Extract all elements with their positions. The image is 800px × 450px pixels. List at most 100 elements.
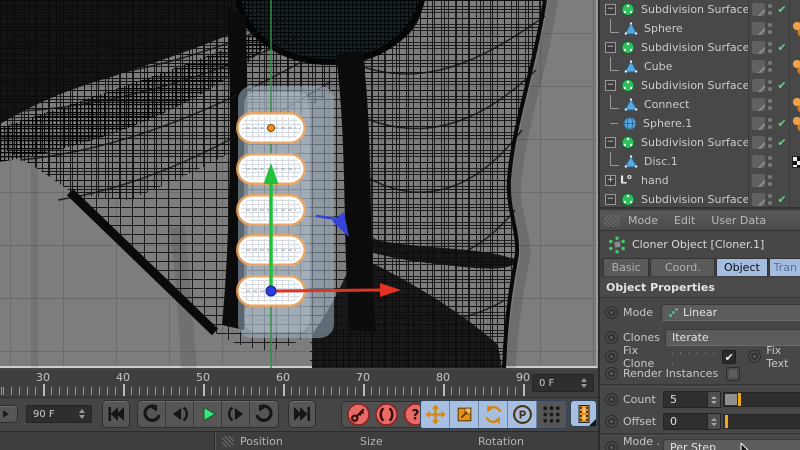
- end-frame-field[interactable]: 90 F: [26, 405, 92, 423]
- expand-icon[interactable]: +: [605, 175, 616, 186]
- visibility-dots[interactable]: [768, 23, 772, 34]
- play-button[interactable]: [194, 401, 222, 427]
- visibility-dots[interactable]: [768, 61, 772, 72]
- object-row[interactable]: − Subdivision Surface.5 ✔: [600, 76, 800, 95]
- record-keyframe-button[interactable]: [346, 402, 371, 427]
- keyframe-radio[interactable]: [605, 306, 618, 319]
- texture-tag-icon[interactable]: [792, 156, 800, 168]
- spinner-arrows[interactable]: [581, 378, 587, 388]
- keyframe-radio[interactable]: [605, 415, 618, 428]
- key-scale-toggle[interactable]: [450, 401, 479, 428]
- enabled-check-icon[interactable]: ✔: [775, 79, 789, 92]
- enabled-check-icon[interactable]: ✔: [775, 193, 789, 206]
- keyframe-radio[interactable]: [605, 441, 618, 450]
- viewport-3d[interactable]: [0, 0, 598, 368]
- collapse-icon[interactable]: −: [605, 42, 616, 53]
- enabled-check-icon[interactable]: ✔: [775, 117, 789, 130]
- collapse-icon[interactable]: −: [605, 137, 616, 148]
- key-rotation-toggle[interactable]: [479, 401, 508, 428]
- visibility-dots[interactable]: [768, 156, 772, 167]
- object-row[interactable]: Cube: [600, 57, 800, 76]
- object-row[interactable]: − Subdivision Surface.6 ✔: [600, 38, 800, 57]
- next-key-button[interactable]: [250, 401, 278, 427]
- material-tag-icon[interactable]: [792, 59, 800, 75]
- offset-slider[interactable]: [723, 414, 800, 429]
- tab-transform[interactable]: Tran: [769, 258, 800, 276]
- object-row[interactable]: − Subdivision Surface.4 ✔: [600, 133, 800, 152]
- current-frame-field[interactable]: 0 F: [532, 374, 594, 392]
- enabled-check-icon[interactable]: ✔: [775, 41, 789, 54]
- prev-frame-button[interactable]: [166, 401, 194, 427]
- prev-key-button[interactable]: [138, 401, 166, 427]
- spinner-arrows[interactable]: [79, 409, 85, 419]
- count-value-field[interactable]: 5: [663, 391, 708, 408]
- next-frame-button[interactable]: [222, 401, 250, 427]
- layer-swatch[interactable]: [752, 155, 765, 168]
- tab-basic[interactable]: Basic: [603, 258, 649, 276]
- key-pla-toggle[interactable]: [537, 401, 566, 428]
- collapse-icon[interactable]: −: [605, 80, 616, 91]
- keyframe-radio[interactable]: [605, 393, 618, 406]
- object-row[interactable]: − Subdivision Surface.7 ✔: [600, 0, 800, 19]
- object-row[interactable]: Connect: [600, 95, 800, 114]
- panel-grip[interactable]: [222, 436, 234, 447]
- keyframe-radio[interactable]: [748, 350, 761, 363]
- panel-grip[interactable]: [604, 215, 620, 227]
- count-slider[interactable]: [723, 392, 800, 407]
- key-parameter-toggle[interactable]: P: [508, 401, 537, 428]
- timeline-ruler[interactable]: 30 40 50 60 70 80 90 0 F: [0, 370, 598, 398]
- menu-user-data[interactable]: User Data: [711, 214, 766, 227]
- material-tag-icon[interactable]: [792, 21, 800, 37]
- object-row[interactable]: − Subdivision Surface ✔: [600, 190, 800, 209]
- offset-spinner[interactable]: [708, 413, 721, 430]
- layer-swatch[interactable]: [752, 117, 765, 130]
- render-preview-button[interactable]: [570, 400, 597, 427]
- visibility-dots[interactable]: [768, 99, 772, 110]
- object-row[interactable]: Sphere: [600, 19, 800, 38]
- render-instances-checkbox[interactable]: [726, 367, 740, 381]
- visibility-dots[interactable]: [768, 80, 772, 91]
- layer-swatch[interactable]: [752, 98, 765, 111]
- layer-swatch[interactable]: [752, 22, 765, 35]
- keyframe-radio[interactable]: [605, 367, 618, 380]
- fix-clone-checkbox[interactable]: ✔: [722, 350, 736, 364]
- tab-object[interactable]: Object: [716, 258, 767, 276]
- goto-start-button[interactable]: [102, 400, 130, 428]
- count-spinner[interactable]: [708, 391, 721, 408]
- clone-count-handle[interactable]: [268, 125, 275, 132]
- layer-swatch[interactable]: [752, 79, 765, 92]
- key-position-toggle[interactable]: [421, 401, 450, 428]
- visibility-dots[interactable]: [768, 137, 772, 148]
- timeline-mini-button[interactable]: [0, 405, 18, 423]
- object-row[interactable]: + Lo hand: [600, 171, 800, 190]
- material-tag-icon[interactable]: [792, 97, 800, 113]
- autokey-button[interactable]: [374, 402, 399, 427]
- step-mode-dropdown[interactable]: Per Step: [663, 439, 800, 450]
- visibility-dots[interactable]: [768, 118, 772, 129]
- object-row[interactable]: Sphere.1 ✔: [600, 114, 800, 133]
- layer-swatch[interactable]: [752, 3, 765, 16]
- object-row[interactable]: Disc.1: [600, 152, 800, 171]
- mode-dropdown[interactable]: Linear: [661, 304, 800, 321]
- visibility-dots[interactable]: [768, 194, 772, 205]
- goto-end-button[interactable]: [288, 400, 316, 428]
- visibility-dots[interactable]: [768, 4, 772, 15]
- origin-handle[interactable]: [266, 286, 276, 296]
- layer-swatch[interactable]: [752, 193, 765, 206]
- offset-value-field[interactable]: 0: [663, 413, 708, 430]
- material-tag-icon[interactable]: [792, 116, 800, 132]
- layer-swatch[interactable]: [752, 60, 765, 73]
- keyframe-radio[interactable]: [605, 350, 618, 363]
- enabled-check-icon[interactable]: ✔: [775, 136, 789, 149]
- enabled-check-icon[interactable]: ✔: [775, 3, 789, 16]
- keyframe-radio[interactable]: [605, 331, 618, 344]
- visibility-dots[interactable]: [768, 175, 772, 186]
- layer-swatch[interactable]: [752, 174, 765, 187]
- collapse-icon[interactable]: −: [605, 4, 616, 15]
- menu-mode[interactable]: Mode: [628, 214, 658, 227]
- tab-coord[interactable]: Coord.: [650, 258, 715, 276]
- layer-swatch[interactable]: [752, 41, 765, 54]
- visibility-dots[interactable]: [768, 42, 772, 53]
- layer-swatch[interactable]: [752, 136, 765, 149]
- menu-edit[interactable]: Edit: [674, 214, 695, 227]
